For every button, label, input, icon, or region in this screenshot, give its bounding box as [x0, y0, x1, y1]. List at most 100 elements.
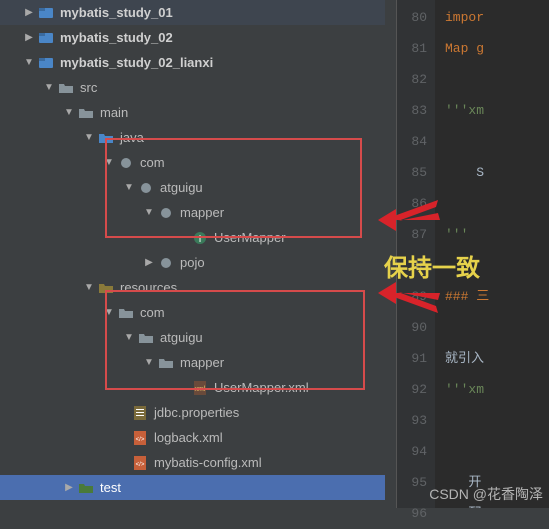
- expand-arrow-icon[interactable]: ▼: [22, 57, 36, 68]
- expand-arrow-icon[interactable]: ▼: [102, 307, 116, 318]
- expand-arrow-icon[interactable]: ▼: [62, 107, 76, 118]
- properties-file-icon: [132, 405, 148, 421]
- annotation-arrow-2: [378, 278, 448, 318]
- tree-item-label: resources: [120, 280, 177, 295]
- line-number: 93: [397, 405, 427, 436]
- line-number: 94: [397, 436, 427, 467]
- line-number: 85: [397, 157, 427, 188]
- tree-item-label: atguigu: [160, 330, 203, 345]
- tree-item[interactable]: ▼ com: [0, 150, 385, 175]
- tree-item-label: UserMapper.xml: [214, 380, 309, 395]
- expand-arrow-icon[interactable]: ▶: [62, 482, 76, 493]
- tree-item-label: main: [100, 105, 128, 120]
- tree-item-label: UserMapper: [214, 230, 286, 245]
- folder-icon: [78, 105, 94, 121]
- line-number: 95: [397, 467, 427, 498]
- tree-item[interactable]: ▼ resources: [0, 275, 385, 300]
- line-number: 96: [397, 498, 427, 529]
- code-line[interactable]: '''xm: [435, 95, 549, 126]
- annotation-arrow-1: [378, 195, 448, 235]
- svg-text:</>: </>: [136, 462, 145, 468]
- tree-item-label: com: [140, 305, 165, 320]
- resources-folder-icon: [98, 280, 114, 296]
- tree-item[interactable]: xml UserMapper.xml: [0, 375, 385, 400]
- tree-item[interactable]: ▼ java: [0, 125, 385, 150]
- code-line[interactable]: Map g: [435, 33, 549, 64]
- tree-item[interactable]: ▶ mybatis_study_02: [0, 25, 385, 50]
- code-line[interactable]: ''': [435, 219, 549, 250]
- folder-icon: [118, 305, 134, 321]
- expand-arrow-icon[interactable]: ▼: [122, 182, 136, 193]
- expand-arrow-icon[interactable]: ▶: [142, 257, 156, 268]
- code-line[interactable]: 就引入: [435, 343, 549, 374]
- line-number: 84: [397, 126, 427, 157]
- expand-arrow-icon[interactable]: ▶: [22, 32, 36, 43]
- tree-item-label: mybatis_study_02: [60, 30, 173, 45]
- tree-item[interactable]: IUserMapper: [0, 225, 385, 250]
- tree-item-label: test: [100, 480, 121, 495]
- source-folder-icon: [98, 130, 114, 146]
- code-line[interactable]: '''xm: [435, 374, 549, 405]
- tree-item[interactable]: </> logback.xml: [0, 425, 385, 450]
- package-icon: [158, 255, 174, 271]
- code-line[interactable]: [435, 126, 549, 157]
- tree-item[interactable]: jdbc.properties: [0, 400, 385, 425]
- tree-item[interactable]: ▶pojo: [0, 250, 385, 275]
- code-line[interactable]: [435, 405, 549, 436]
- watermark: CSDN @花香陶泽: [429, 484, 543, 504]
- tree-item[interactable]: ▼ atguigu: [0, 325, 385, 350]
- tree-item[interactable]: </>mybatis-config.xml: [0, 450, 385, 475]
- code-line[interactable]: impor: [435, 2, 549, 33]
- xml-config-icon: </>: [132, 430, 148, 446]
- svg-text:xml: xml: [195, 386, 206, 393]
- code-line[interactable]: [435, 188, 549, 219]
- module-icon: [38, 30, 54, 46]
- folder-icon: [58, 80, 74, 96]
- code-line[interactable]: ### 三: [435, 281, 549, 312]
- tree-item[interactable]: ▼ com: [0, 300, 385, 325]
- tree-item[interactable]: ▶ test: [0, 475, 385, 500]
- code-line[interactable]: [435, 436, 549, 467]
- expand-arrow-icon[interactable]: ▼: [82, 132, 96, 143]
- tree-item-label: com: [140, 155, 165, 170]
- expand-arrow-icon[interactable]: ▼: [142, 357, 156, 368]
- tree-item[interactable]: ▼ src: [0, 75, 385, 100]
- tree-item[interactable]: ▼mapper: [0, 200, 385, 225]
- expand-arrow-icon[interactable]: ▼: [42, 82, 56, 93]
- folder-icon: [138, 330, 154, 346]
- package-icon: [158, 205, 174, 221]
- expand-arrow-icon[interactable]: ▼: [82, 282, 96, 293]
- tree-item-label: atguigu: [160, 180, 203, 195]
- tree-item-label: mapper: [180, 355, 224, 370]
- tree-item[interactable]: ▶target: [0, 500, 385, 508]
- module-icon: [38, 55, 54, 71]
- svg-text:</>: </>: [136, 437, 145, 443]
- package-icon: [138, 180, 154, 196]
- line-number: 82: [397, 64, 427, 95]
- tree-item[interactable]: ▼mybatis_study_02_lianxi: [0, 50, 385, 75]
- line-number: 91: [397, 343, 427, 374]
- folder-icon: [158, 355, 174, 371]
- tree-item[interactable]: ▶mybatis_study_01: [0, 0, 385, 25]
- project-tree[interactable]: ▶mybatis_study_01▶mybatis_study_02▼mybat…: [0, 0, 385, 508]
- tree-item[interactable]: ▼ atguigu: [0, 175, 385, 200]
- code-line[interactable]: [435, 312, 549, 343]
- expand-arrow-icon[interactable]: ▶: [22, 7, 36, 18]
- tree-item-label: java: [120, 130, 144, 145]
- tree-item[interactable]: ▼ main: [0, 100, 385, 125]
- tree-item-label: jdbc.properties: [154, 405, 239, 420]
- line-number: 92: [397, 374, 427, 405]
- folder-icon: [58, 505, 74, 509]
- annotation-label: 保持一致: [384, 248, 480, 283]
- code-line[interactable]: [435, 64, 549, 95]
- expand-arrow-icon[interactable]: ▼: [142, 207, 156, 218]
- code-line[interactable]: S: [435, 157, 549, 188]
- module-icon: [38, 5, 54, 21]
- tree-item-label: src: [80, 80, 97, 95]
- tree-item-label: logback.xml: [154, 430, 223, 445]
- line-number: 83: [397, 95, 427, 126]
- expand-arrow-icon[interactable]: ▼: [122, 332, 136, 343]
- expand-arrow-icon[interactable]: ▼: [102, 157, 116, 168]
- tree-item[interactable]: ▼ mapper: [0, 350, 385, 375]
- test-folder-icon: [78, 480, 94, 496]
